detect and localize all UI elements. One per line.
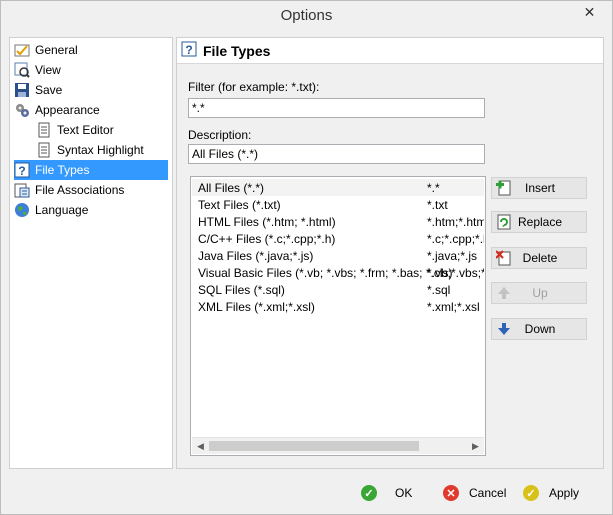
- help-icon: ?: [181, 41, 197, 60]
- title-bar[interactable]: Options ✕: [1, 1, 612, 33]
- scrollbar-thumb[interactable]: [209, 441, 419, 451]
- close-icon: ✕: [583, 3, 596, 20]
- file-association-icon: [14, 182, 30, 198]
- list-item[interactable]: XML Files (*.xml;*.xsl) *.xml;*.xsl: [192, 298, 484, 315]
- tree-item-label: File Types: [35, 163, 90, 177]
- view-icon: [14, 62, 30, 78]
- tree-item-view[interactable]: View: [14, 60, 67, 80]
- close-button[interactable]: ✕: [567, 1, 612, 23]
- dialog-button-bar: ✓ OK ✕ Cancel ✓ Apply: [1, 475, 612, 515]
- file-type-filter: *.java;*.js: [427, 248, 478, 263]
- file-type-description: Text Files (*.txt): [198, 197, 281, 212]
- arrow-down-icon: [496, 321, 512, 337]
- general-settings-icon: [14, 42, 30, 58]
- description-label: Description:: [188, 128, 252, 142]
- tree-item-text-editor[interactable]: Text Editor: [36, 120, 120, 140]
- list-item[interactable]: All Files (*.*) *.*: [192, 179, 484, 196]
- document-icon: [36, 142, 52, 158]
- delete-icon: [495, 250, 512, 266]
- list-item[interactable]: Java Files (*.java;*.js) *.java;*.js: [192, 247, 484, 264]
- tree-item-label: View: [35, 63, 61, 77]
- tree-item-appearance[interactable]: Appearance: [14, 100, 106, 120]
- list-item[interactable]: C/C++ Files (*.c;*.cpp;*.h) *.c;*.cpp;*.…: [192, 230, 484, 247]
- file-type-filter: *.txt: [427, 197, 448, 212]
- panel-title: File Types: [203, 42, 271, 59]
- insert-button[interactable]: Insert: [491, 177, 587, 199]
- tree-item-label: Appearance: [35, 103, 100, 117]
- file-type-description: C/C++ Files (*.c;*.cpp;*.h): [198, 231, 336, 246]
- filter-input[interactable]: *.*: [188, 98, 485, 118]
- tree-item-language[interactable]: Language: [14, 200, 94, 220]
- file-type-filter: *.c;*.cpp;*.h: [427, 231, 484, 246]
- panel-header: ? File Types: [177, 38, 603, 64]
- tree-item-label: Syntax Highlight: [57, 143, 144, 157]
- list-item[interactable]: HTML Files (*.htm; *.html) *.htm;*.html: [192, 213, 484, 230]
- save-icon: [14, 82, 30, 98]
- file-type-description: SQL Files (*.sql): [198, 282, 285, 297]
- replace-button[interactable]: Replace: [491, 211, 587, 233]
- file-type-description: HTML Files (*.htm; *.html): [198, 214, 336, 229]
- list-item[interactable]: SQL Files (*.sql) *.sql: [192, 281, 484, 298]
- check-icon: ✓: [361, 485, 377, 501]
- list-item[interactable]: Text Files (*.txt) *.txt: [192, 196, 484, 213]
- up-button[interactable]: Up: [491, 282, 587, 304]
- svg-text:?: ?: [185, 43, 192, 57]
- apply-button[interactable]: ✓ Apply: [523, 481, 579, 505]
- scroll-right-icon[interactable]: ▶: [467, 438, 484, 455]
- svg-text:?: ?: [18, 164, 25, 178]
- tree-item-label: General: [35, 43, 78, 57]
- description-input[interactable]: All Files (*.*): [188, 144, 485, 164]
- tree-item-save[interactable]: Save: [14, 80, 68, 100]
- filter-label: Filter (for example: *.txt):: [188, 80, 320, 94]
- tree-item-file-types[interactable]: ? File Types: [14, 160, 168, 180]
- options-tree[interactable]: General View Save Appearance Text Editor: [9, 37, 173, 469]
- file-types-list[interactable]: All Files (*.*) *.* Text Files (*.txt) *…: [190, 176, 486, 456]
- file-type-filter: *.xml;*.xsl: [427, 299, 480, 314]
- horizontal-scrollbar[interactable]: ◀ ▶: [192, 437, 484, 454]
- cancel-button[interactable]: ✕ Cancel: [443, 481, 506, 505]
- down-button[interactable]: Down: [491, 318, 587, 340]
- file-type-filter: *.sql: [427, 282, 451, 297]
- ok-button[interactable]: ✓ OK: [361, 481, 412, 505]
- options-window: Options ✕ General View Save Appearance T…: [0, 0, 613, 515]
- file-types-panel: ? File Types Filter (for example: *.txt)…: [176, 37, 604, 469]
- tree-item-label: Save: [35, 83, 63, 97]
- insert-icon: [496, 180, 512, 196]
- apply-check-icon: ✓: [523, 485, 539, 501]
- file-type-description: Visual Basic Files (*.vb; *.vbs; *.frm; …: [198, 265, 453, 280]
- window-title: Options: [280, 7, 333, 24]
- file-type-description: XML Files (*.xml;*.xsl): [198, 299, 315, 314]
- arrow-up-icon: [496, 285, 512, 301]
- tree-item-label: File Associations: [35, 183, 125, 197]
- scroll-left-icon[interactable]: ◀: [192, 438, 209, 455]
- tree-item-label: Language: [35, 203, 89, 217]
- tree-item-label: Text Editor: [57, 123, 114, 137]
- file-type-filter: *.htm;*.html: [427, 214, 484, 229]
- globe-icon: [14, 202, 30, 218]
- file-type-filter: *.*: [427, 180, 440, 195]
- tree-item-general[interactable]: General: [14, 40, 84, 60]
- replace-icon: [496, 214, 512, 230]
- document-icon: [36, 122, 52, 138]
- appearance-icon: [14, 102, 30, 118]
- delete-button[interactable]: Delete: [491, 247, 587, 269]
- tree-item-syntax-highlight[interactable]: Syntax Highlight: [36, 140, 150, 160]
- list-item[interactable]: Visual Basic Files (*.vb; *.vbs; *.frm; …: [192, 264, 484, 281]
- file-type-description: Java Files (*.java;*.js): [198, 248, 314, 263]
- cancel-icon: ✕: [443, 485, 459, 501]
- file-type-description: All Files (*.*): [198, 180, 265, 195]
- tree-item-file-associations[interactable]: File Associations: [14, 180, 130, 200]
- help-icon: ?: [14, 162, 30, 178]
- file-type-filter: *.vb;*.vbs;*.frm: [427, 265, 484, 280]
